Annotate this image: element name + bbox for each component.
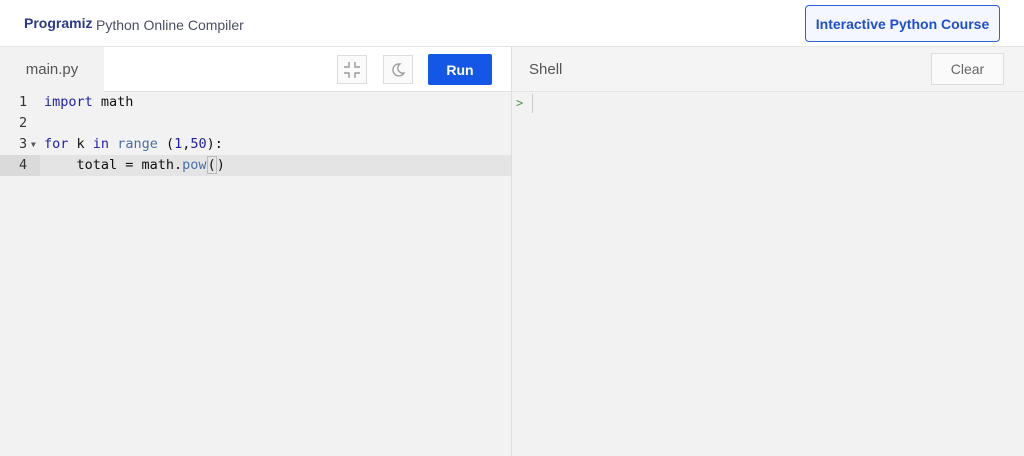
fold-arrow-icon[interactable]: ▼ bbox=[31, 134, 36, 155]
interactive-python-course-button[interactable]: Interactive Python Course bbox=[805, 5, 1000, 42]
pane-divider[interactable] bbox=[511, 47, 512, 456]
clear-button[interactable]: Clear bbox=[931, 53, 1004, 85]
app-title: Python Online Compiler bbox=[96, 17, 244, 33]
shell-toolbar: Shell Clear bbox=[512, 47, 1024, 92]
code-line: 1 import math bbox=[19, 94, 134, 110]
shell-title: Shell bbox=[529, 61, 563, 78]
code-editor[interactable]: 1 import math 2 3 ▼ for k in range (1,50): … bbox=[0, 92, 511, 176]
code-line: 2 bbox=[19, 115, 28, 131]
collapse-icon[interactable] bbox=[337, 55, 367, 84]
shell-input[interactable] bbox=[532, 94, 533, 113]
run-button[interactable]: Run bbox=[428, 54, 492, 85]
tab-main-py[interactable]: main.py bbox=[0, 47, 104, 92]
code-line: 4 total = math.pow() bbox=[0, 155, 511, 176]
editor-toolbar: main.py Run bbox=[0, 47, 511, 92]
programiz-logo[interactable]: Programiz bbox=[24, 15, 92, 31]
code-line: 3 ▼ for k in range (1,50): bbox=[0, 134, 511, 155]
moon-icon[interactable] bbox=[383, 55, 413, 84]
shell-prompt: > bbox=[516, 96, 524, 110]
header: Programiz Python Online Compiler Interac… bbox=[0, 0, 1024, 47]
